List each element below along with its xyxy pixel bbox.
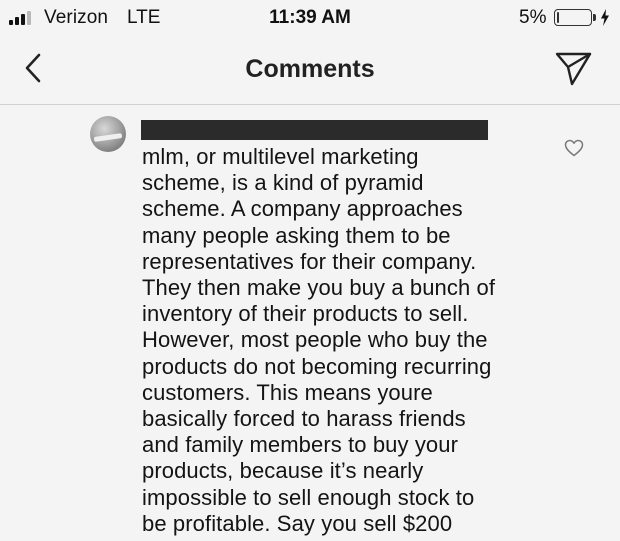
comment-item: mlm, or multilevel marketing scheme, is … [0,104,620,541]
redacted-username [141,120,488,140]
heart-icon[interactable] [564,139,584,157]
battery-icon [554,9,592,26]
avatar[interactable] [90,116,126,152]
comment-text: mlm, or multilevel marketing scheme, is … [142,144,496,536]
status-bar: Verizon LTE 11:39 AM 5% [0,0,620,36]
page-title: Comments [245,55,375,83]
battery-fill [557,12,559,23]
battery-percent: 5% [519,7,547,28]
nav-bar: Comments [0,36,620,105]
battery-nub [593,14,596,21]
charging-bolt-icon [601,9,609,26]
direct-share-icon[interactable] [554,50,594,88]
